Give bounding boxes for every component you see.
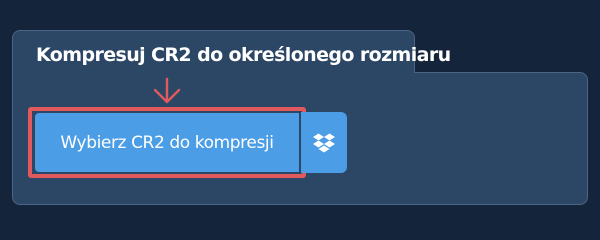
arrow-down-icon	[153, 77, 181, 104]
tab-join	[13, 70, 414, 76]
select-file-button[interactable]: Wybierz CR2 do kompresji	[35, 113, 299, 172]
dropbox-button[interactable]	[301, 112, 347, 173]
tool-title: Kompresuj CR2 do określonego rozmiaru	[36, 44, 451, 66]
dropbox-icon	[313, 133, 335, 152]
